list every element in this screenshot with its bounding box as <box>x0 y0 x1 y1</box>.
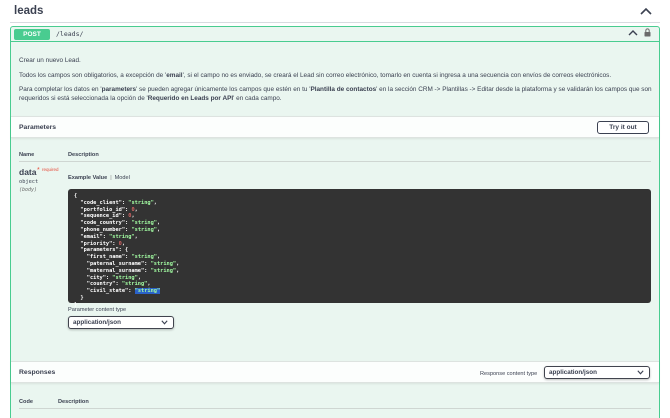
parameter-content-type-select[interactable]: application/json <box>68 316 174 329</box>
operation-block: POST /leads/ Crear un nuevo Lead. Todos … <box>10 26 660 418</box>
operation-description: Crear un nuevo Lead. Todos los campos so… <box>19 57 655 109</box>
required-label: required <box>42 167 59 172</box>
operation-path: /leads/ <box>56 30 84 38</box>
example-json[interactable]: { "code_client": "string", "portfolio_id… <box>68 189 651 308</box>
description-line-email: Todos los campos son obligatorios, a exc… <box>19 71 612 79</box>
tab-example-value[interactable]: Example Value <box>68 175 107 181</box>
example-tabs: Example Value | Model <box>68 175 130 181</box>
response-content-type-label: Response content type <box>480 371 538 377</box>
tab-model[interactable]: Model <box>115 175 130 181</box>
method-badge: POST <box>14 28 50 40</box>
column-description-header: Description <box>68 152 99 158</box>
column-response-description-header: Description <box>58 399 89 405</box>
chevron-down-icon <box>637 370 644 377</box>
lock-icon[interactable] <box>644 28 651 39</box>
chevron-up-icon[interactable] <box>628 29 638 38</box>
tag-title: leads <box>14 5 44 17</box>
chevron-down-icon <box>161 320 168 327</box>
column-name-header: Name <box>19 152 35 158</box>
description-line-parameters: Para completar los datos en 'parameters'… <box>19 86 652 102</box>
column-code-header: Code <box>19 399 33 405</box>
tag-header[interactable]: leads <box>10 0 660 23</box>
parameters-title: Parameters <box>19 123 57 131</box>
param-name: data <box>19 167 37 177</box>
responses-title: Responses <box>19 368 56 376</box>
parameter-content-type-label: Parameter content type <box>68 307 127 313</box>
required-star: * <box>37 167 40 174</box>
parameters-header: Parameters Try it out <box>11 116 659 138</box>
description-summary: Crear un nuevo Lead. <box>19 57 81 64</box>
param-location: (body) <box>19 187 38 193</box>
operation-summary[interactable]: POST /leads/ <box>11 27 659 42</box>
divider <box>19 408 651 409</box>
chevron-up-icon[interactable] <box>638 3 654 19</box>
tab-separator: | <box>110 175 112 181</box>
try-it-out-button[interactable]: Try it out <box>597 121 649 134</box>
divider <box>19 161 651 162</box>
response-content-type-select[interactable]: application/json <box>544 366 650 379</box>
param-type: object <box>19 179 39 185</box>
